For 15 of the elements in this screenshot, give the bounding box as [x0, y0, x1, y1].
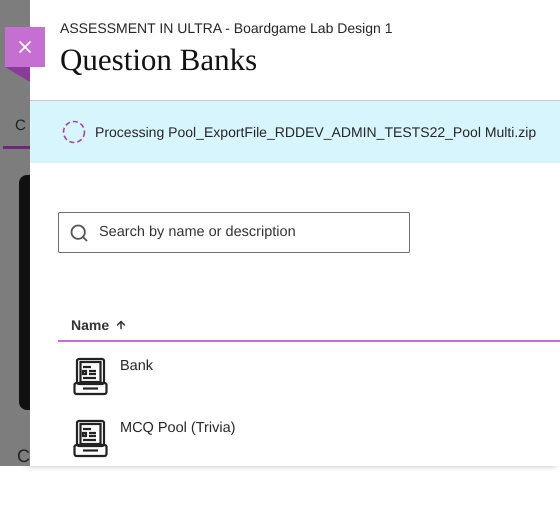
page-title: Question Banks: [60, 41, 258, 79]
search-field[interactable]: Search by name or description: [58, 212, 410, 253]
breadcrumb: ASSESSMENT IN ULTRA - Boardgame Lab Design 1: [60, 19, 394, 37]
label: C: [16, 446, 30, 466]
tab-label: C: [14, 116, 27, 136]
status-message: Processing Pool_ExportFile_RDDEV_ADMIN_TESTS22_Pool Multi.zip: [95, 124, 536, 140]
fold-corner-icon: [5, 67, 30, 82]
question-bank-icon: [73, 357, 108, 396]
close-button[interactable]: [5, 27, 45, 67]
column-header[interactable]: Name: [71, 316, 128, 333]
bank-name-link[interactable]: Bank: [120, 358, 154, 374]
question-bank-icon: [73, 419, 108, 458]
spinner-icon: [62, 120, 86, 144]
search-icon: [69, 222, 89, 243]
bank-name-link[interactable]: MCQ Pool (Trivia): [120, 420, 236, 436]
